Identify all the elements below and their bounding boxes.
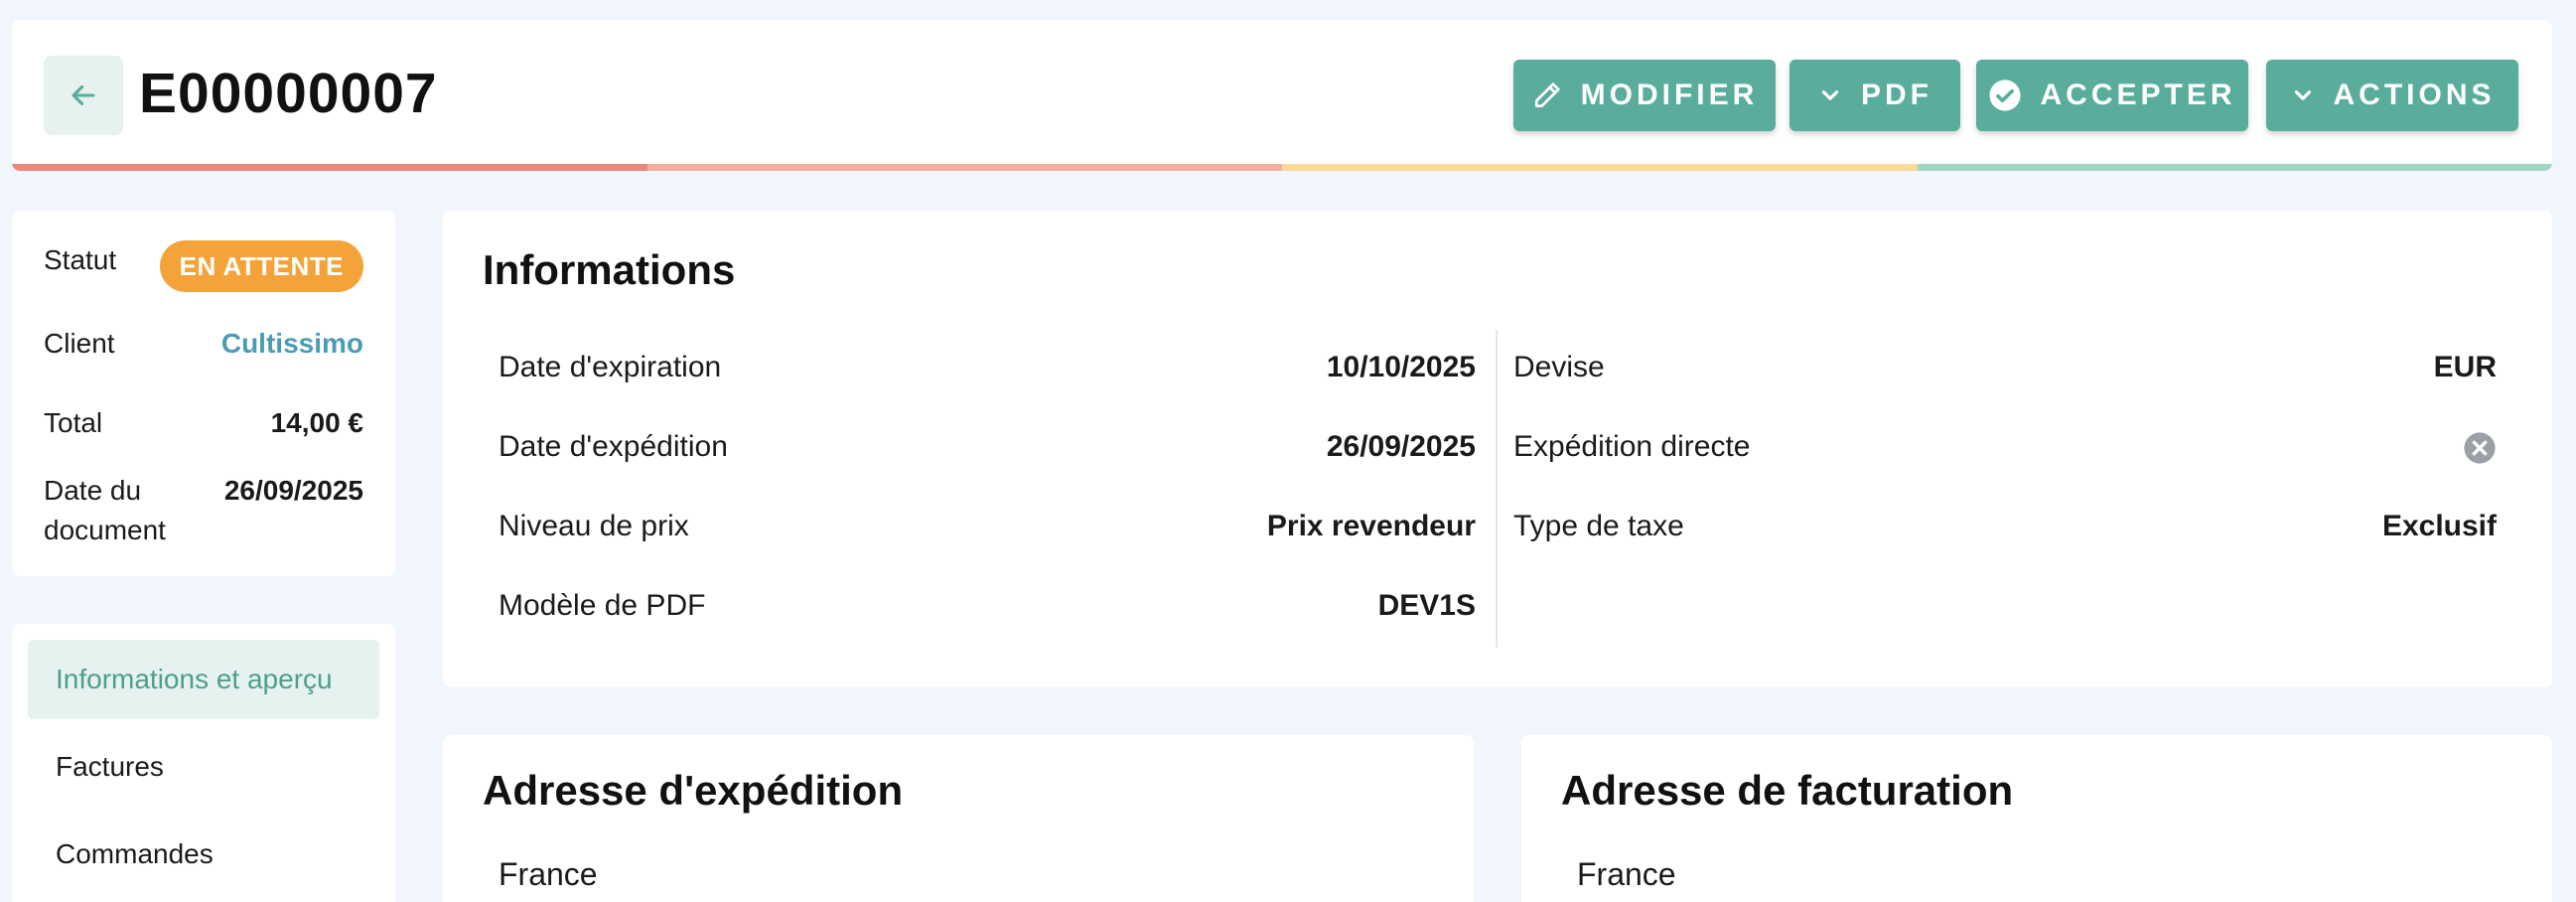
page-title: E00000007 bbox=[139, 62, 438, 125]
modifier-button[interactable]: MODIFIER bbox=[1513, 60, 1776, 131]
pdf-model-value: DEV1S bbox=[1377, 589, 1476, 622]
billing-address-title: Adresse de facturation bbox=[1561, 767, 2014, 814]
client-label: Client bbox=[44, 328, 115, 359]
total-value: 14,00 € bbox=[270, 407, 363, 438]
shipping-address-card: Adresse d'expédition France bbox=[443, 735, 1474, 902]
progress-segment bbox=[1282, 164, 1918, 171]
statut-label: Statut bbox=[44, 244, 117, 275]
progress-segment bbox=[12, 164, 647, 171]
pdf-button[interactable]: PDF bbox=[1789, 60, 1960, 131]
shipping-address-country: France bbox=[499, 856, 598, 892]
expiration-date-label: Date d'expiration bbox=[499, 351, 722, 383]
nav-item-commandes[interactable]: Commandes bbox=[28, 815, 379, 894]
total-label: Total bbox=[44, 407, 103, 438]
status-badge: EN ATTENTE bbox=[159, 240, 363, 292]
accepter-button-label: ACCEPTER bbox=[2040, 78, 2236, 111]
client-link[interactable]: Cultissimo bbox=[221, 324, 363, 364]
actions-button[interactable]: ACTIONS bbox=[2266, 60, 2518, 131]
informations-card: Informations Date d'expiration 10/10/202… bbox=[443, 211, 2552, 687]
currency-value: EUR bbox=[2433, 351, 2497, 383]
section-nav: Informations et aperçu Factures Commande… bbox=[12, 624, 395, 902]
chevron-down-icon bbox=[2294, 90, 2311, 100]
progress-segment bbox=[1917, 164, 2552, 171]
shipping-date-value: 26/09/2025 bbox=[1326, 430, 1476, 463]
document-date-label-line1: Date du bbox=[44, 475, 142, 506]
billing-address-card: Adresse de facturation France bbox=[1521, 735, 2552, 902]
tax-type-value: Exclusif bbox=[2381, 510, 2497, 542]
status-progress-bar bbox=[12, 164, 2552, 171]
column-divider bbox=[1496, 330, 1498, 648]
shipping-address-title: Adresse d'expédition bbox=[483, 767, 904, 814]
nav-item-factures[interactable]: Factures bbox=[28, 727, 379, 807]
check-circle-icon bbox=[1989, 79, 2022, 111]
document-date-value: 26/09/2025 bbox=[223, 475, 363, 506]
modifier-button-label: MODIFIER bbox=[1580, 78, 1759, 111]
document-date-label-line2: document bbox=[44, 515, 166, 545]
expiration-date-value: 10/10/2025 bbox=[1326, 351, 1476, 383]
back-button[interactable] bbox=[44, 56, 123, 135]
nav-item-informations[interactable]: Informations et aperçu bbox=[28, 640, 379, 719]
currency-label: Devise bbox=[1513, 351, 1605, 383]
shipping-date-label: Date d'expédition bbox=[499, 430, 728, 463]
page-header: E00000007 MODIFIER PDF ACCEPTER ACTIONS bbox=[12, 20, 2552, 171]
pdf-button-label: PDF bbox=[1861, 78, 1932, 111]
progress-segment bbox=[646, 164, 1282, 171]
accepter-button[interactable]: ACCEPTER bbox=[1976, 60, 2248, 131]
chevron-down-icon bbox=[1821, 90, 1839, 100]
tax-type-label: Type de taxe bbox=[1513, 510, 1684, 542]
informations-title: Informations bbox=[483, 246, 736, 293]
direct-shipping-label: Expédition directe bbox=[1513, 430, 1751, 463]
actions-button-label: ACTIONS bbox=[2333, 78, 2496, 111]
price-level-value: Prix revendeur bbox=[1266, 510, 1476, 542]
x-circle-icon bbox=[2464, 432, 2496, 464]
arrow-left-icon bbox=[72, 84, 95, 106]
pdf-model-label: Modèle de PDF bbox=[499, 589, 706, 622]
price-level-label: Niveau de prix bbox=[499, 510, 689, 542]
summary-card: Statut EN ATTENTE Client Cultissimo Tota… bbox=[12, 211, 395, 576]
billing-address-country: France bbox=[1577, 856, 1676, 892]
pencil-icon bbox=[1534, 82, 1560, 107]
